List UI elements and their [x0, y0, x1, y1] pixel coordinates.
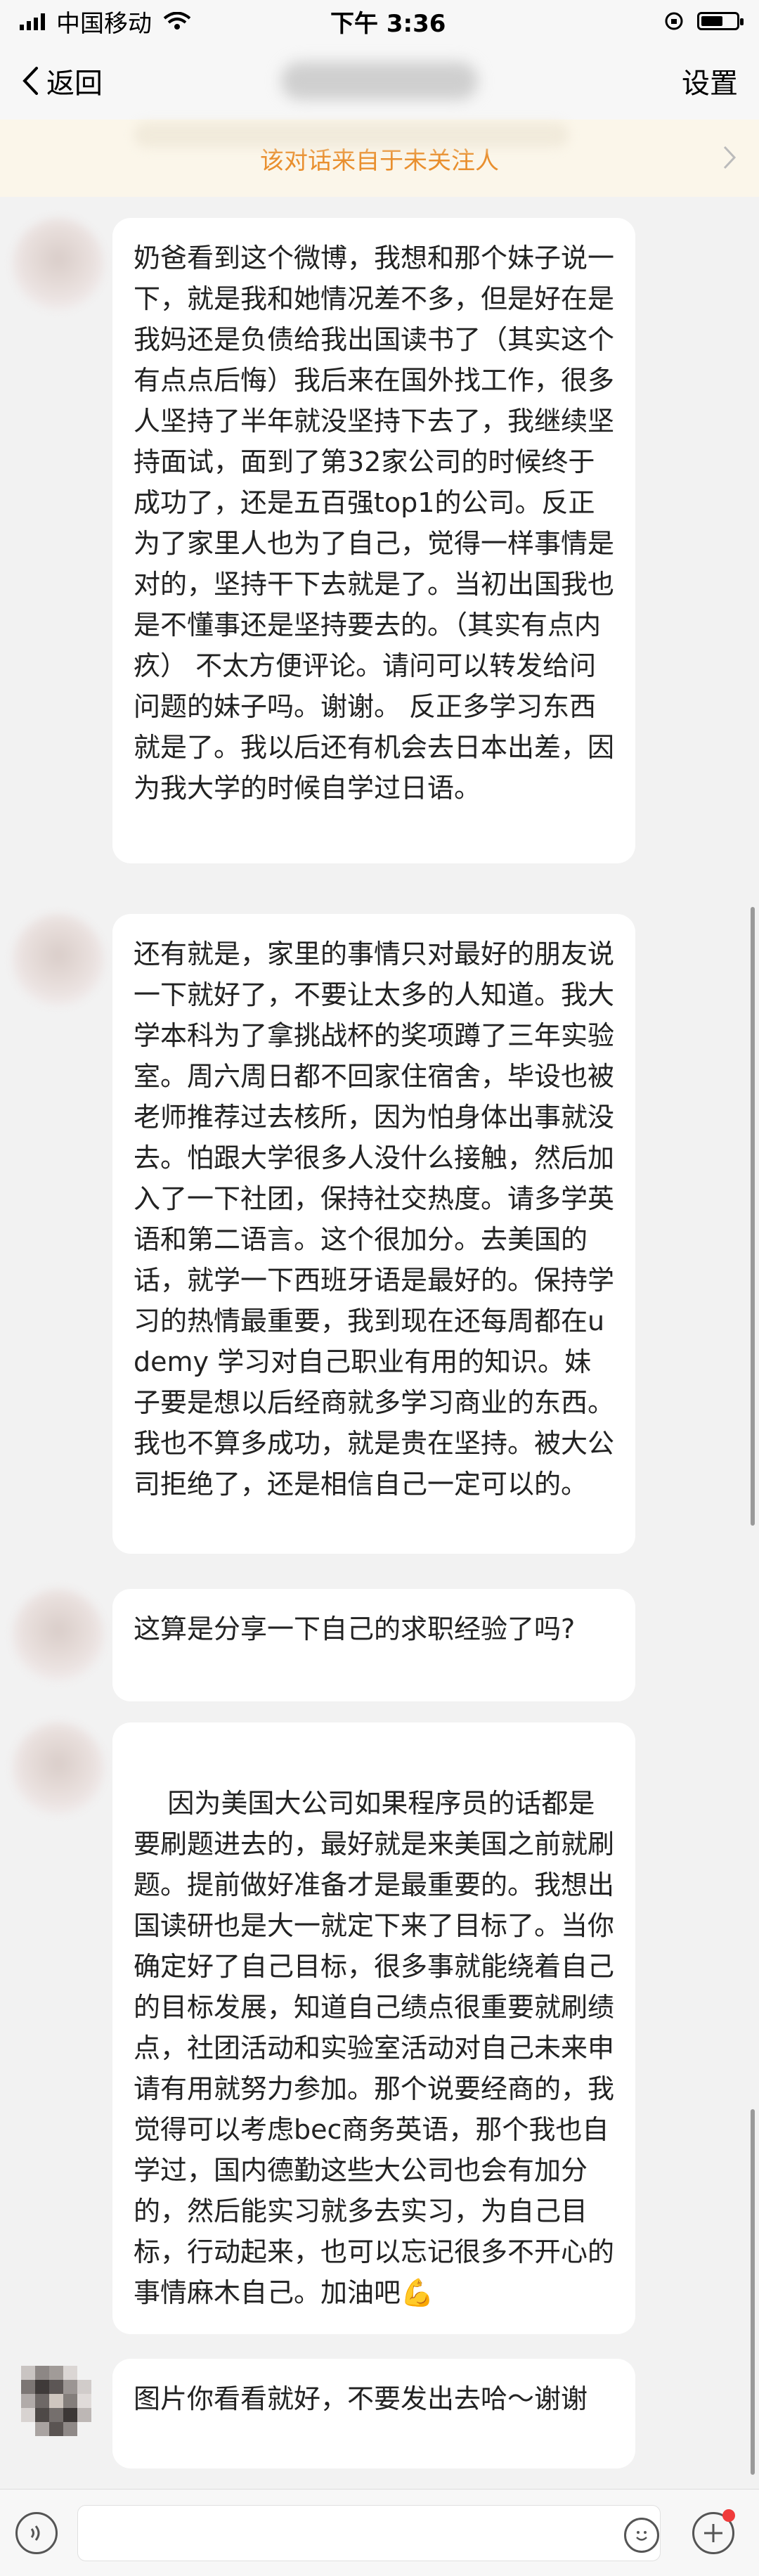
message-bubble[interactable]: 这算是分享一下自己的求职经验了吗? — [112, 1589, 635, 1701]
status-bar: 中国移动 下午 3:36 — [0, 0, 759, 42]
message-bubble[interactable]: 图片你看看就好，不要发出去哈～谢谢 — [112, 2359, 635, 2468]
signal-icon — [20, 12, 45, 30]
status-right — [663, 11, 744, 32]
emoji-button[interactable] — [624, 2518, 659, 2553]
battery-icon — [697, 12, 744, 30]
flexed-biceps-emoji: 💪 — [401, 2277, 434, 2308]
back-label: 返回 — [46, 67, 103, 100]
voice-icon — [30, 2525, 40, 2541]
plus-icon — [704, 2524, 722, 2542]
carrier-label: 中国移动 — [56, 9, 152, 38]
voice-input-button[interactable] — [15, 2512, 58, 2554]
sender-avatar[interactable] — [13, 1722, 104, 1814]
sender-avatar[interactable] — [13, 914, 104, 1005]
input-bar — [0, 2489, 759, 2576]
notification-dot — [722, 2509, 735, 2522]
sender-avatar[interactable] — [21, 2366, 91, 2436]
message-bubble[interactable]: 还有就是，家里的事情只对最好的朋友说一下就好了，不要让太多的人知道。我大学本科为… — [112, 914, 635, 1554]
message-input[interactable] — [77, 2505, 661, 2561]
nav-title-blurred — [281, 62, 478, 100]
message-bubble[interactable]: 因为美国大公司如果程序员的话都是要刷题进去的，最好就是来美国之前就刷题。提前做好… — [112, 1722, 635, 2334]
settings-button[interactable]: 设置 — [682, 60, 738, 101]
chevron-left-icon — [22, 67, 38, 95]
status-left: 中国移动 — [20, 4, 191, 39]
message-text: 因为美国大公司如果程序员的话都是要刷题进去的，最好就是来美国之前就刷题。提前做好… — [134, 1788, 615, 2308]
message-bubble[interactable]: 奶爸看到这个微博，我想和那个妹子说一下，就是我和她情况差不多，但是好在是我妈还是… — [112, 218, 635, 863]
status-time: 下午 3:36 — [330, 9, 446, 38]
sender-avatar[interactable] — [13, 218, 104, 309]
nav-bar: 返回 设置 — [0, 42, 759, 120]
smiley-icon — [636, 2531, 647, 2541]
scrollbar[interactable] — [751, 907, 755, 1526]
blurred-preview-text — [134, 122, 569, 148]
chevron-right-icon — [723, 146, 737, 169]
orientation-lock-icon — [665, 12, 683, 30]
sender-avatar[interactable] — [13, 1589, 104, 1680]
wifi-icon — [163, 12, 191, 30]
unfollowed-notice-banner[interactable]: 该对话来自于未关注人 — [0, 120, 759, 197]
scrollbar-lower[interactable] — [751, 2109, 755, 2475]
back-button[interactable]: 返回 — [21, 60, 103, 101]
